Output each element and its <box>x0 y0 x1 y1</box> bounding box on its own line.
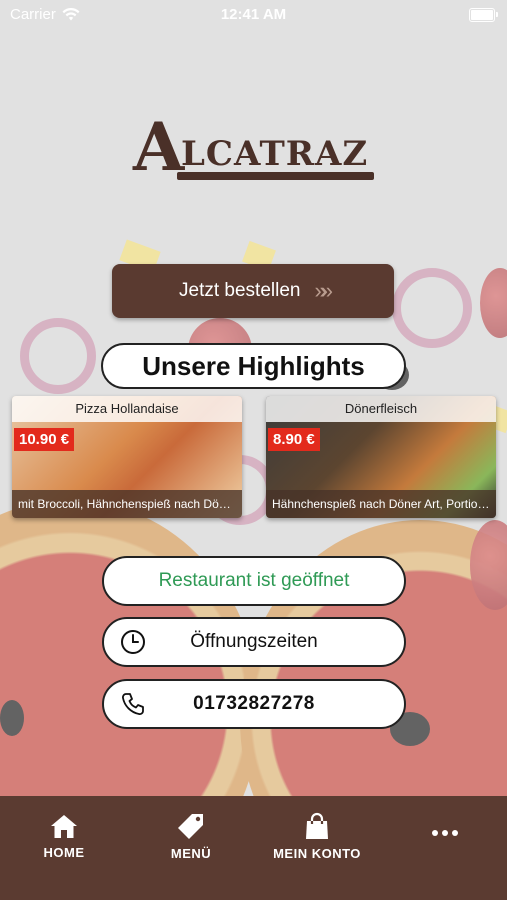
highlight-name: Pizza Hollandaise <box>12 396 242 422</box>
logo-underline <box>177 172 374 180</box>
tab-home[interactable]: HOME <box>28 796 100 876</box>
order-now-button[interactable]: Jetzt bestellen »» <box>112 264 394 318</box>
phone-icon <box>122 693 144 715</box>
clock: 12:41 AM <box>220 6 287 23</box>
logo-initial: A <box>133 108 185 186</box>
app-screen: Carrier 12:41 AM A LCATRAZ Jetzt bestell… <box>0 0 507 900</box>
phone-number: 01732827278 <box>193 693 315 714</box>
opening-hours-label: Öffnungszeiten <box>190 631 318 652</box>
opening-hours-button[interactable]: Öffnungszeiten <box>102 617 406 667</box>
more-icon <box>432 830 458 836</box>
status-bar: Carrier 12:41 AM <box>0 0 507 30</box>
tab-more[interactable] <box>410 796 480 876</box>
tag-icon <box>178 813 203 839</box>
tab-menu-label: MENÜ <box>170 845 212 861</box>
clock-icon <box>121 630 145 654</box>
highlights-heading: Unsere Highlights <box>101 343 406 389</box>
logo-text: LCATRAZ <box>181 134 369 174</box>
restaurant-status-label: Restaurant ist geöffnet <box>158 570 350 591</box>
highlight-price: 8.90 € <box>268 428 320 451</box>
highlight-description: Hähnchenspieß nach Döner Art, Portion ..… <box>266 490 496 518</box>
tab-account[interactable]: MEIN KONTO <box>262 796 372 876</box>
call-button[interactable]: 01732827278 <box>102 679 406 729</box>
battery-icon <box>469 8 498 22</box>
highlight-card[interactable]: Pizza Hollandaise 10.90 € mit Broccoli, … <box>12 396 242 518</box>
highlight-card[interactable]: Dönerfleisch 8.90 € Hähnchenspieß nach D… <box>266 396 496 518</box>
tab-account-label: MEIN KONTO <box>273 845 361 861</box>
order-now-label: Jetzt bestellen <box>179 280 301 301</box>
tab-home-label: HOME <box>43 844 85 860</box>
highlight-price: 10.90 € <box>14 428 75 451</box>
home-icon <box>51 814 77 838</box>
bag-icon <box>306 812 328 839</box>
tab-bar: HOME MENÜ MEIN KONTO <box>0 796 507 900</box>
restaurant-status-button[interactable]: Restaurant ist geöffnet <box>102 556 406 606</box>
double-chevron-right-icon: »» <box>314 278 333 303</box>
restaurant-logo: A LCATRAZ <box>133 114 377 184</box>
tab-menu[interactable]: MENÜ <box>155 796 227 876</box>
highlight-name: Dönerfleisch <box>266 396 496 422</box>
highlight-description: mit Broccoli, Hähnchenspieß nach Döner..… <box>12 490 242 518</box>
